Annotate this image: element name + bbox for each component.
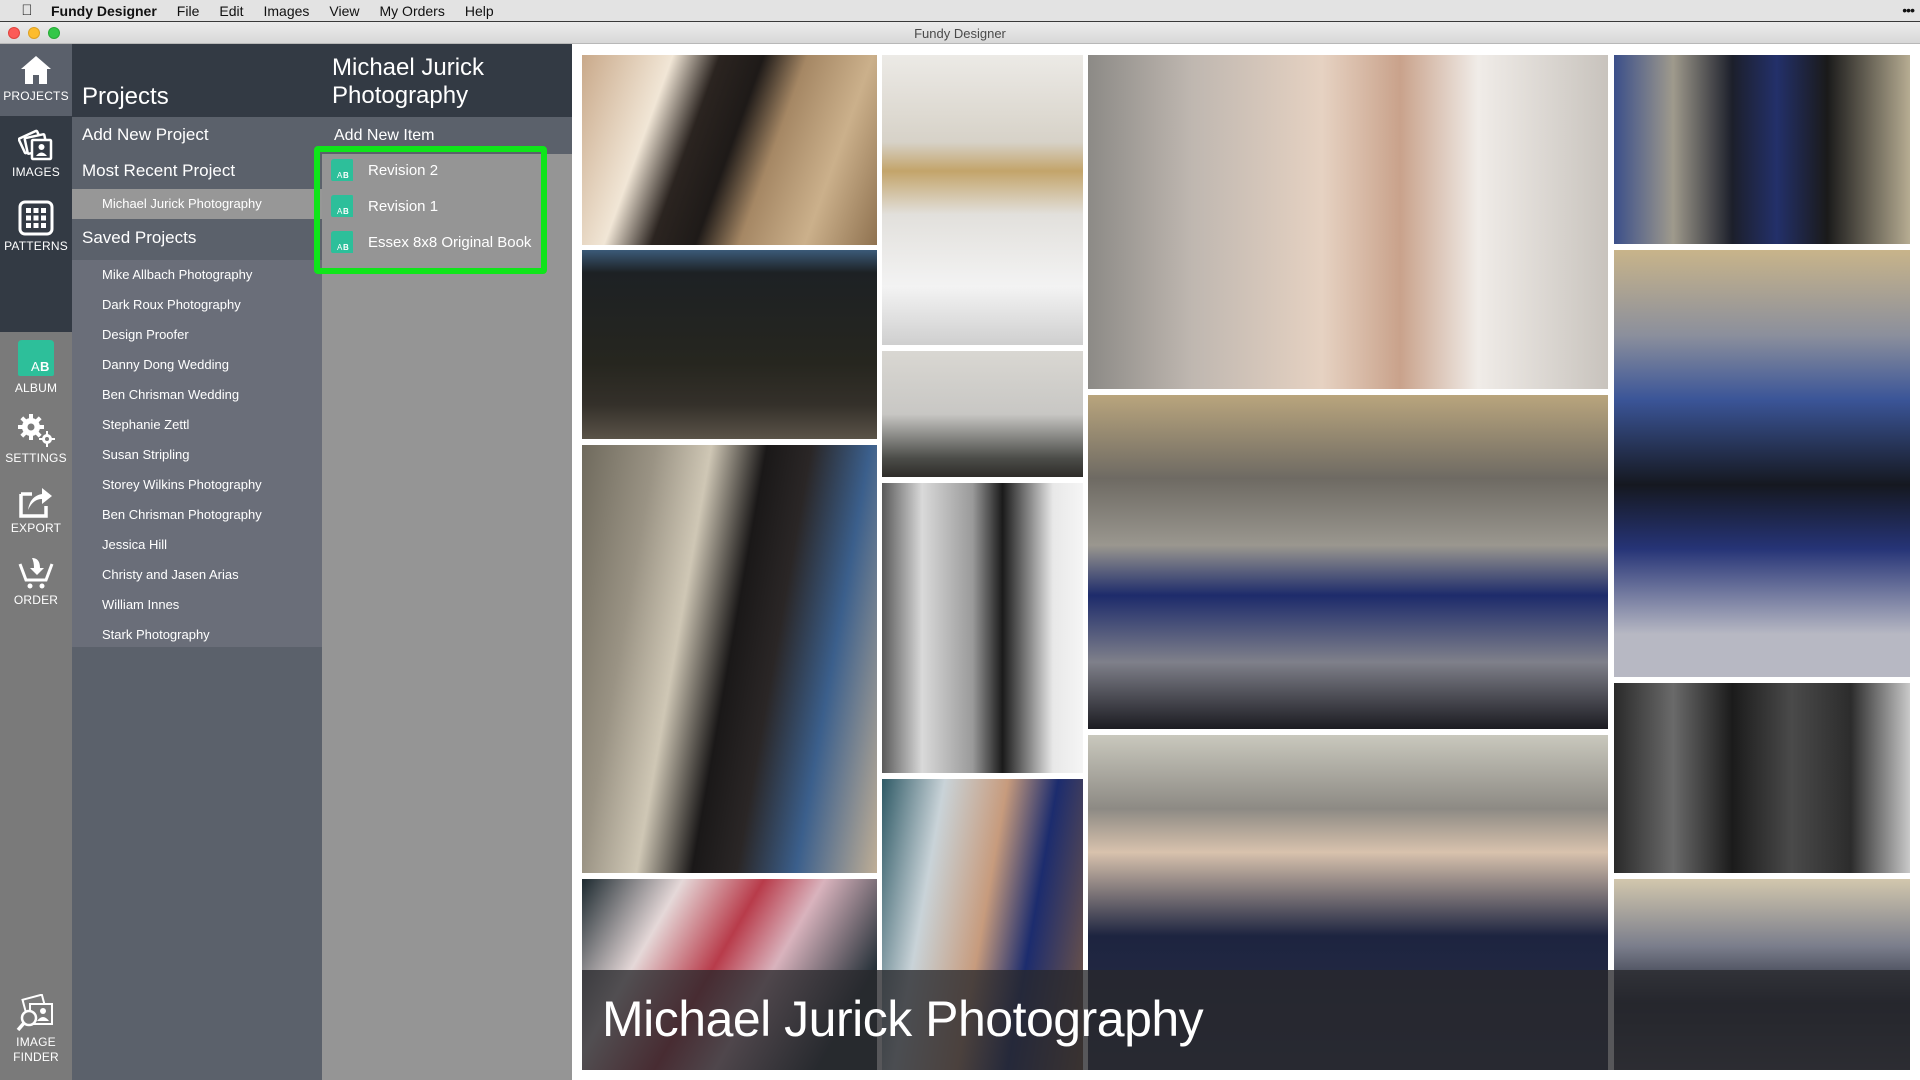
grid-icon (18, 200, 54, 236)
saved-projects-list: Mike Allbach Photography Dark Roux Photo… (72, 257, 322, 647)
saved-project-item[interactable]: Dark Roux Photography (72, 290, 322, 320)
gears-icon (18, 414, 55, 447)
project-items-title: Michael Jurick Photography (332, 54, 485, 109)
rail-image-finder-label: IMAGE FINDER (13, 1035, 59, 1064)
photo-bw-window[interactable] (882, 483, 1083, 773)
svg-text:B: B (343, 207, 349, 216)
menu-images[interactable]: Images (263, 3, 309, 19)
project-caption: Michael Jurick Photography (602, 991, 1204, 1047)
saved-project-item[interactable]: Storey Wilkins Photography (72, 470, 322, 500)
apple-logo-icon[interactable]:  (17, 2, 37, 19)
projects-title: Projects (82, 83, 169, 110)
rail-export[interactable]: EXPORT (0, 484, 72, 550)
rail-projects-label: PROJECTS (3, 89, 69, 103)
menu-view[interactable]: View (329, 3, 359, 19)
album-ab-icon: A B (18, 340, 54, 376)
saved-projects-header: Saved Projects (72, 219, 322, 257)
cart-icon (18, 558, 54, 589)
menu-help[interactable]: Help (465, 3, 494, 19)
svg-text:B: B (343, 243, 349, 252)
svg-text:B: B (343, 171, 349, 180)
menu-app-name[interactable]: Fundy Designer (51, 3, 157, 19)
rail-patterns-label: PATTERNS (4, 239, 68, 253)
photo-bw-grandparents[interactable] (1614, 683, 1910, 873)
add-new-project-button[interactable]: Add New Project (72, 117, 322, 153)
item-essex-8x8-original-book[interactable]: A B Essex 8x8 Original Book (330, 224, 540, 260)
menu-my-orders[interactable]: My Orders (380, 3, 445, 19)
saved-project-item[interactable]: Danny Dong Wedding (72, 350, 322, 380)
item-revision-2[interactable]: A B Revision 2 (330, 152, 540, 188)
item-label: Essex 8x8 Original Book (368, 233, 532, 251)
album-ab-icon: A B (331, 231, 353, 253)
rail-settings-label: SETTINGS (5, 451, 67, 465)
item-revision-1[interactable]: A B Revision 1 (330, 188, 540, 224)
export-icon (19, 488, 52, 518)
album-ab-icon: A B (331, 195, 353, 217)
svg-text:B: B (40, 359, 50, 374)
most-recent-project-header: Most Recent Project (72, 153, 322, 189)
photo-sneakers[interactable] (882, 351, 1083, 477)
rail-patterns[interactable]: PATTERNS (0, 196, 72, 262)
saved-project-item[interactable]: Christy and Jasen Arias (72, 560, 322, 590)
window-title-bar: Fundy Designer (0, 22, 1920, 44)
rail-order[interactable]: ORDER (0, 556, 72, 622)
album-ab-icon: A B (331, 159, 353, 181)
home-icon (21, 56, 51, 84)
rail-settings[interactable]: SETTINGS (0, 412, 72, 478)
rail-images-label: IMAGES (12, 165, 60, 179)
photo-brother-sister[interactable] (1614, 250, 1910, 677)
photo-blue-dress-ballroom[interactable] (1088, 395, 1608, 729)
menu-bar:  Fundy Designer File Edit Images View M… (0, 0, 1920, 22)
image-finder-icon (16, 994, 53, 1032)
saved-project-item[interactable]: William Innes (72, 590, 322, 620)
photo-girl-chainlink[interactable] (582, 445, 877, 873)
saved-project-item[interactable]: Ben Chrisman Photography (72, 500, 322, 530)
menu-edit[interactable]: Edit (219, 3, 243, 19)
rail-album[interactable]: A B ALBUM (0, 338, 72, 406)
rail-order-label: ORDER (13, 593, 59, 607)
photo-parents-daughter[interactable] (1614, 55, 1910, 244)
saved-project-item[interactable]: Stark Photography (72, 620, 322, 650)
ellipsis-icon[interactable]: ••• (1902, 2, 1915, 18)
icon-rail: PROJECTS IMAGES PATTERNS A B ALBUM SETTI… (0, 44, 72, 1080)
most-recent-project-item[interactable]: Michael Jurick Photography (72, 189, 322, 219)
photo-girl-wood-blocks[interactable] (582, 55, 877, 245)
photos-icon (18, 129, 53, 161)
rail-image-finder[interactable]: IMAGE FINDER (0, 994, 72, 1080)
saved-project-item[interactable]: Ben Chrisman Wedding (72, 380, 322, 410)
saved-project-item[interactable]: Mike Allbach Photography (72, 260, 322, 290)
saved-project-item[interactable]: Stephanie Zettl (72, 410, 322, 440)
rail-images[interactable]: IMAGES (0, 124, 72, 190)
rail-export-label: EXPORT (10, 521, 62, 535)
photo-love-fence[interactable] (582, 250, 877, 439)
saved-project-item[interactable]: Jessica Hill (72, 530, 322, 560)
item-label: Revision 1 (368, 197, 439, 215)
rail-projects[interactable]: PROJECTS (0, 44, 72, 116)
rail-album-label: ALBUM (14, 381, 58, 395)
projects-panel: Projects Add New Project Most Recent Pro… (72, 44, 322, 1080)
saved-project-item[interactable]: Susan Stripling (72, 440, 322, 470)
item-label: Revision 2 (368, 161, 439, 179)
photo-chandelier-dress[interactable] (882, 55, 1083, 345)
saved-project-item[interactable]: Design Proofer (72, 320, 322, 350)
svg-text:A: A (31, 359, 40, 374)
project-caption-bar: Michael Jurick Photography (582, 970, 1910, 1070)
photo-lipstick[interactable] (1088, 55, 1608, 389)
menu-file[interactable]: File (177, 3, 200, 19)
window-title: Fundy Designer (914, 26, 1006, 41)
